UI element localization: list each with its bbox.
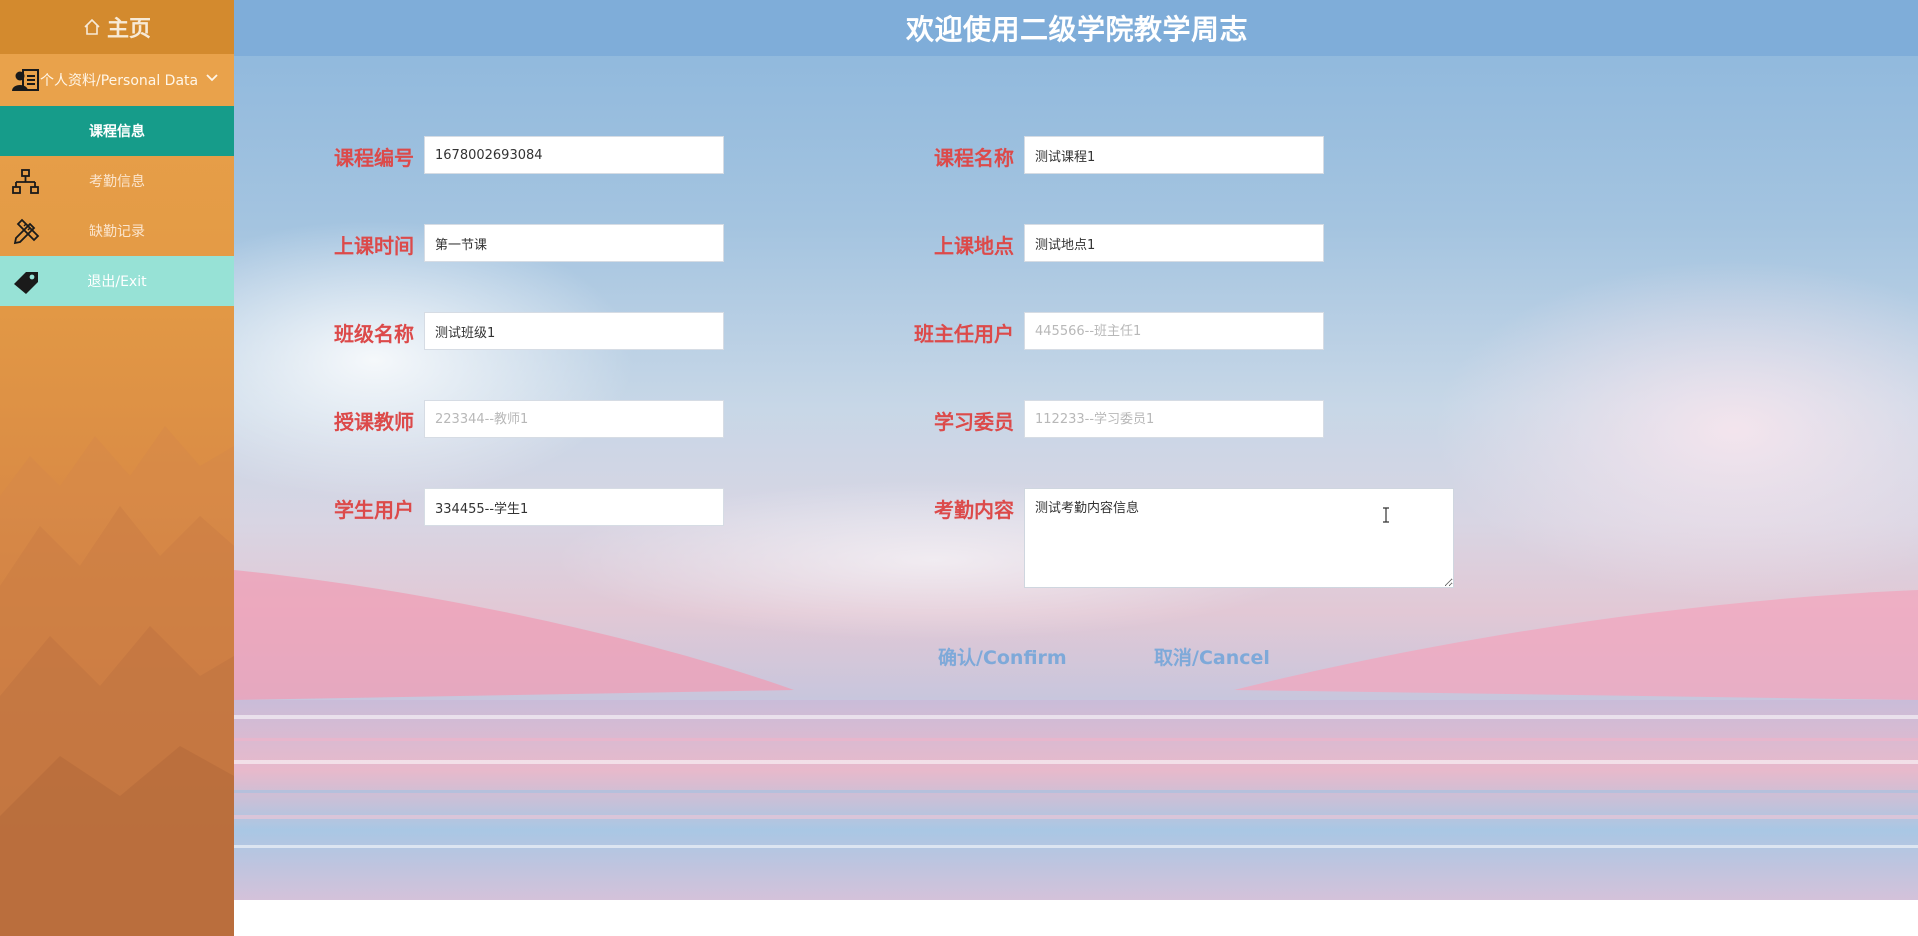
tag-icon bbox=[12, 268, 40, 296]
student-label: 学生用户 bbox=[334, 498, 414, 522]
pencil-ruler-icon bbox=[12, 218, 40, 246]
org-chart-icon bbox=[12, 168, 40, 196]
mountain-background bbox=[0, 426, 234, 936]
attendance-content-textarea[interactable]: 测试考勤内容信息 bbox=[1024, 488, 1454, 588]
sidebar: 主页 个人资料/Personal Data 课程信息 考勤信息 缺勤记录 退出/… bbox=[0, 0, 234, 936]
attendance-content-label: 考勤内容 bbox=[934, 498, 1014, 522]
class-name-input[interactable] bbox=[424, 312, 724, 350]
class-time-input[interactable] bbox=[424, 224, 724, 262]
main-content: 欢迎使用二级学院教学周志 课程编号 课程名称 上课时间 上课地点 班级名称 班主… bbox=[234, 0, 1918, 900]
head-teacher-input[interactable] bbox=[1024, 312, 1324, 350]
course-no-input[interactable] bbox=[424, 136, 724, 174]
sidebar-item-label: 课程信息 bbox=[89, 124, 145, 140]
home-link[interactable]: 主页 bbox=[0, 0, 234, 54]
student-input[interactable] bbox=[424, 488, 724, 526]
course-no-label: 课程编号 bbox=[334, 146, 414, 170]
class-name-label: 班级名称 bbox=[334, 322, 414, 346]
sidebar-item-absence-records[interactable]: 缺勤记录 bbox=[0, 206, 234, 256]
teacher-input[interactable] bbox=[424, 400, 724, 438]
sidebar-item-exit[interactable]: 退出/Exit bbox=[0, 256, 234, 306]
page-title: 欢迎使用二级学院教学周志 bbox=[905, 13, 1248, 46]
confirm-button[interactable]: 确认/Confirm bbox=[938, 643, 1067, 670]
class-time-label: 上课时间 bbox=[334, 234, 414, 258]
sidebar-item-personal-data[interactable]: 个人资料/Personal Data bbox=[0, 54, 234, 106]
study-rep-label: 学习委员 bbox=[934, 410, 1014, 434]
cancel-button[interactable]: 取消/Cancel bbox=[1154, 643, 1270, 670]
course-name-label: 课程名称 bbox=[934, 146, 1014, 170]
sidebar-item-course-info[interactable]: 课程信息 bbox=[0, 106, 234, 156]
teacher-label: 授课教师 bbox=[334, 410, 414, 434]
course-name-input[interactable] bbox=[1024, 136, 1324, 174]
profile-card-icon bbox=[12, 66, 40, 94]
header-bar: 欢迎使用二级学院教学周志 bbox=[234, 0, 1918, 56]
class-place-label: 上课地点 bbox=[934, 234, 1014, 258]
home-label: 主页 bbox=[106, 17, 151, 42]
chevron-down-icon bbox=[205, 71, 219, 87]
class-place-input[interactable] bbox=[1024, 224, 1324, 262]
home-icon bbox=[83, 18, 101, 36]
scenic-background bbox=[234, 220, 1918, 900]
text-cursor-icon bbox=[1381, 507, 1391, 527]
sidebar-item-attendance-info[interactable]: 考勤信息 bbox=[0, 156, 234, 206]
head-teacher-label: 班主任用户 bbox=[914, 322, 1014, 346]
study-rep-input[interactable] bbox=[1024, 400, 1324, 438]
